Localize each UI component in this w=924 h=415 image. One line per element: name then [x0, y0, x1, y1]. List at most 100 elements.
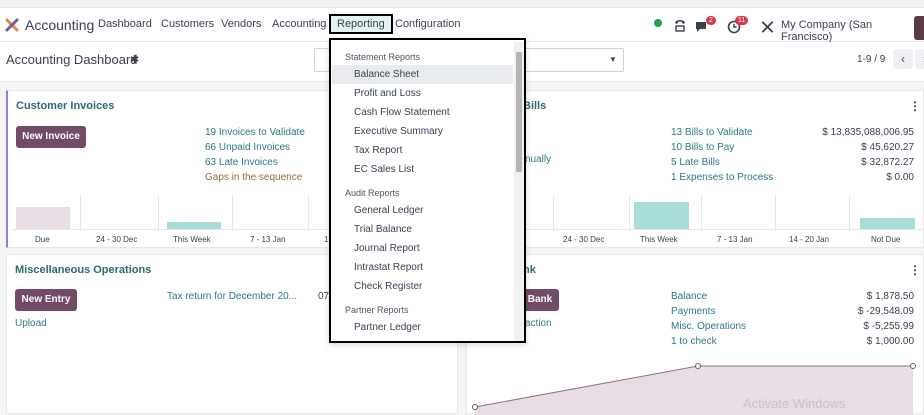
chart-bar[interactable]	[634, 202, 689, 229]
chart-gridline	[849, 195, 850, 231]
chart-x-label: 24 - 30 Dec	[96, 235, 138, 244]
app-brand[interactable]: Accounting	[25, 17, 94, 33]
menu-item-journal-report[interactable]: Journal Report	[332, 239, 513, 258]
upload-link[interactable]: Upload	[15, 318, 47, 329]
to-check-link[interactable]: 1 to check	[671, 336, 717, 347]
chart-x-label: 7 - 13 Jan	[250, 235, 286, 244]
dropdown-scrollbar[interactable]	[514, 42, 524, 341]
menu-item-intrastat-report[interactable]: Intrastat Report	[332, 258, 513, 277]
expenses-to-process-link[interactable]: 1 Expenses to Process	[671, 172, 773, 183]
tax-return-link[interactable]: Tax return for December 20...	[167, 291, 297, 302]
new-entry-button[interactable]: New Entry	[15, 289, 77, 311]
pager-next-button[interactable]: ›	[915, 49, 924, 69]
expenses-amount: $ 0.00	[886, 172, 914, 183]
dropdown-section-header: Partner Reports	[345, 305, 409, 315]
late-bills-link[interactable]: 5 Late Bills	[671, 157, 720, 168]
chart-gridline	[701, 195, 702, 231]
card-title[interactable]: Customer Invoices	[16, 100, 114, 112]
menu-accounting[interactable]: Accounting	[272, 18, 326, 30]
upload-manually-link[interactable]: nually	[525, 154, 551, 165]
online-status-dot	[654, 19, 662, 27]
chart-gridline	[553, 195, 554, 231]
chart-x-label: 24 - 30 Dec	[563, 235, 605, 244]
messages-badge: 2	[706, 16, 716, 25]
page-title: Accounting Dashboard	[6, 52, 138, 67]
late-invoices-link[interactable]: 63 Late Invoices	[205, 157, 278, 168]
chart-gridline	[232, 195, 233, 231]
pager-value[interactable]: 1-9 / 9	[857, 54, 885, 65]
payments-link[interactable]: Payments	[671, 306, 715, 317]
menu-reporting[interactable]: Reporting	[329, 14, 393, 34]
tools-icon[interactable]	[761, 18, 774, 36]
chart-x-label: 7 - 13 Jan	[717, 235, 753, 244]
chart-x-label: Not Due	[871, 235, 901, 244]
chart-x-label: This Week	[640, 235, 678, 244]
menu-item-executive-summary[interactable]: Executive Summary	[332, 122, 513, 141]
late-bills-amount: $ 32,872.27	[861, 157, 914, 168]
misc-operations-amount: $ -5,255.99	[863, 321, 914, 332]
chart-gridline	[158, 195, 159, 231]
browser-strip	[0, 0, 924, 8]
chart-bar[interactable]	[167, 222, 221, 229]
dropdown-section-header: Statement Reports	[345, 52, 421, 62]
kebab-menu-icon[interactable]: ⋮	[909, 263, 921, 277]
chart-x-label: 1	[324, 235, 329, 244]
chart-gridline	[308, 195, 309, 231]
chart-bar[interactable]	[860, 218, 915, 229]
gear-icon[interactable]: ✱	[130, 53, 139, 66]
misc-operations-link[interactable]: Misc. Operations	[671, 321, 746, 332]
chart-gridline	[80, 195, 81, 231]
scrollbar-thumb[interactable]	[516, 52, 522, 172]
bank-sync-button[interactable]: Bank	[521, 289, 559, 311]
bills-to-pay-link[interactable]: 10 Bills to Pay	[671, 142, 734, 153]
chart-x-label: Due	[35, 235, 50, 244]
odoo-apps-icon[interactable]	[5, 18, 19, 32]
graph-point	[910, 363, 916, 369]
phone-icon[interactable]	[673, 17, 687, 35]
windows-activation-watermark: Activate Windows	[743, 396, 846, 411]
new-invoice-button[interactable]: New Invoice	[16, 126, 86, 148]
vendor-bills-card: Bills ⋮ nually 13 Bills to Validate 10 B…	[466, 90, 924, 248]
menu-item-tax-report[interactable]: Tax Report	[332, 141, 513, 160]
chart-x-label: 14 - 20 Jan	[789, 235, 830, 244]
payments-amount: $ -29,548.09	[857, 306, 914, 317]
pager-prev-button[interactable]: ‹	[893, 49, 913, 69]
to-check-amount: $ 1,000.00	[866, 336, 914, 347]
menu-item-balance-sheet[interactable]: Balance Sheet	[332, 65, 513, 84]
reporting-dropdown-menu: Statement Reports Balance Sheet Profit a…	[329, 38, 526, 343]
card-title[interactable]: Miscellaneous Operations	[15, 264, 151, 276]
activities-badge: 11	[735, 16, 749, 25]
company-switcher[interactable]: My Company (San Francisco)	[781, 19, 924, 43]
tax-return-date: 07	[318, 291, 330, 302]
menu-dashboard[interactable]: Dashboard	[98, 18, 152, 30]
card-title[interactable]: Bills	[523, 100, 546, 112]
balance-link[interactable]: Balance	[671, 291, 707, 302]
invoices-to-validate-link[interactable]: 19 Invoices to Validate	[205, 127, 305, 138]
graph-point	[695, 363, 701, 369]
menu-customers[interactable]: Customers	[161, 18, 214, 30]
chart-gridline	[629, 195, 630, 231]
menu-item-profit-and-loss[interactable]: Profit and Loss	[332, 84, 513, 103]
unpaid-invoices-link[interactable]: 66 Unpaid Invoices	[205, 142, 290, 153]
menu-configuration[interactable]: Configuration	[395, 18, 460, 30]
kebab-menu-icon[interactable]: ⋮	[909, 99, 921, 113]
user-avatar[interactable]	[914, 16, 924, 40]
bank-balance-graph	[472, 363, 916, 415]
chart-bar[interactable]	[16, 207, 70, 229]
bank-card: nk ⋮ Bank action Balance Payments Misc. …	[466, 254, 924, 415]
balance-amount: $ 1,878.50	[866, 291, 914, 302]
add-transaction-link[interactable]: action	[525, 318, 552, 329]
menu-item-check-register[interactable]: Check Register	[332, 277, 513, 296]
gaps-sequence-link[interactable]: Gaps in the sequence	[205, 172, 302, 183]
search-options-caret-icon[interactable]: ▼	[609, 55, 617, 64]
bills-to-validate-link[interactable]: 13 Bills to Validate	[671, 127, 753, 138]
chart-x-label: This Week	[173, 235, 211, 244]
menu-item-general-ledger[interactable]: General Ledger	[332, 201, 513, 220]
menu-item-partner-ledger[interactable]: Partner Ledger	[332, 318, 513, 337]
menu-vendors[interactable]: Vendors	[221, 18, 261, 30]
menu-item-ec-sales-list[interactable]: EC Sales List	[332, 160, 513, 179]
dropdown-section-header: Audit Reports	[345, 188, 400, 198]
menu-item-trial-balance[interactable]: Trial Balance	[332, 220, 513, 239]
bills-validate-amount: $ 13,835,088,006.95	[822, 127, 914, 138]
menu-item-cash-flow-statement[interactable]: Cash Flow Statement	[332, 103, 513, 122]
